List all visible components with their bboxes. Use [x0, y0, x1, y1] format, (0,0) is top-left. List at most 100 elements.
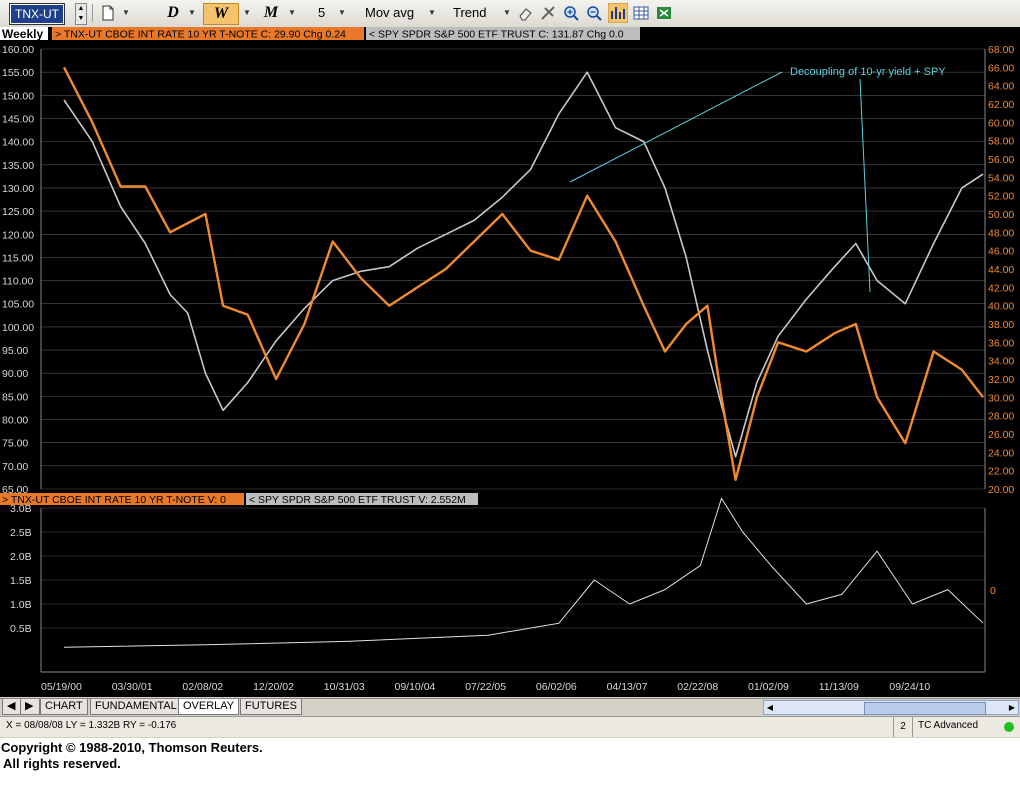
date-axis-tick: 04/13/07 — [607, 681, 648, 693]
status-bar: X = 08/08/08 LY = 1.332B RY = -0.176 2 T… — [0, 716, 1020, 737]
new-document-icon[interactable] — [100, 5, 116, 21]
right-axis-tick: 56.00 — [988, 154, 1014, 166]
left-axis-tick: 125.00 — [2, 206, 34, 218]
left-axis-tick: 115.00 — [2, 252, 33, 264]
scroll-right-icon[interactable]: ▶ — [1006, 701, 1018, 714]
left-axis-tick: 85.00 — [2, 391, 28, 403]
volume-legend-spy: < SPY SPDR S&P 500 ETF TRUST V: 2.552M — [249, 494, 466, 506]
date-axis-tick: 02/08/02 — [182, 681, 223, 693]
volume-axis-tick: 0.5B — [10, 623, 32, 635]
right-axis-tick: 62.00 — [988, 99, 1014, 111]
bar-chart-icon[interactable] — [608, 3, 628, 23]
ma-length-select[interactable]: 5 — [318, 3, 325, 23]
date-axis-tick: 07/22/05 — [465, 681, 506, 693]
eraser-icon[interactable] — [518, 5, 534, 21]
chevron-down-icon[interactable]: ▼ — [122, 3, 130, 23]
left-axis-tick: 155.00 — [2, 67, 34, 79]
volume-axis-tick: 1.0B — [10, 599, 32, 611]
ma-type-select[interactable]: Mov avg — [365, 3, 414, 23]
symbol-input[interactable]: TNX-UT — [9, 3, 65, 25]
right-axis-tick: 40.00 — [988, 301, 1014, 313]
right-axis-tick: 66.00 — [988, 62, 1014, 74]
tab-futures[interactable]: FUTURES — [240, 699, 302, 715]
tab-overlay[interactable]: OVERLAY — [178, 699, 240, 715]
scroll-right-icon[interactable]: ▶ — [20, 699, 40, 715]
copyright-notice: Copyright © 1988-2010, Thomson Reuters. … — [0, 738, 1020, 788]
spy-series-line — [63, 71, 984, 458]
left-axis-tick: 90.00 — [2, 368, 28, 380]
cursor-readout: X = 08/08/08 LY = 1.332B RY = -0.176 — [6, 720, 177, 731]
right-axis-tick: 64.00 — [988, 81, 1014, 93]
zoom-in-icon[interactable] — [563, 5, 579, 21]
chevron-down-icon[interactable]: ▼ — [338, 3, 346, 23]
left-axis-tick: 160.00 — [2, 44, 34, 56]
profile-name: TC Advanced — [918, 720, 979, 731]
tab-fundamental[interactable]: FUNDAMENTAL — [90, 699, 182, 715]
date-axis-tick: 11/13/09 — [819, 681, 859, 693]
scrollbar-thumb[interactable] — [864, 702, 986, 715]
left-axis-tick: 100.00 — [2, 322, 34, 334]
tab-chart[interactable]: CHART — [40, 699, 88, 715]
right-axis-tick: 28.00 — [988, 411, 1014, 423]
left-axis-tick: 95.00 — [2, 345, 28, 357]
symbol-spinner[interactable]: ▲ ▼ — [75, 3, 87, 25]
date-axis-tick: 09/10/04 — [395, 681, 436, 693]
left-axis-tick: 75.00 — [2, 438, 28, 450]
date-axis-tick: 06/02/06 — [536, 681, 577, 693]
copyright-line-1: Copyright © 1988-2010, Thomson Reuters. — [1, 740, 263, 755]
left-axis-tick: 105.00 — [2, 299, 34, 311]
scroll-left-icon[interactable]: ◀ — [2, 699, 22, 715]
scroll-left-icon[interactable]: ◀ — [764, 701, 776, 714]
chevron-down-icon[interactable]: ▼ — [503, 3, 511, 23]
period-weekly-button[interactable]: W — [203, 3, 239, 25]
toolbar-divider — [92, 4, 93, 22]
right-axis-tick: 50.00 — [988, 209, 1014, 221]
volume-axis-tick: 3.0B — [10, 503, 32, 515]
volume-series-line — [63, 497, 984, 648]
horizontal-scrollbar[interactable]: ◀ ▶ — [763, 700, 1019, 715]
left-axis-tick: 135.00 — [2, 160, 34, 172]
date-axis-tick: 12/20/02 — [253, 681, 294, 693]
chevron-down-icon[interactable]: ▼ — [188, 3, 196, 23]
trend-select[interactable]: Trend — [453, 3, 486, 23]
tnx-series-line — [62, 66, 985, 481]
left-axis-tick: 140.00 — [2, 137, 34, 149]
chevron-down-icon[interactable]: ▼ — [288, 3, 296, 23]
period-monthly-button[interactable]: M — [258, 3, 284, 23]
date-axis-tick: 10/31/03 — [324, 681, 365, 693]
price-chart[interactable]: Weekly > TNX-UT CBOE INT RATE 10 YR T-NOT… — [0, 27, 1020, 697]
right-axis-tick: 52.00 — [988, 191, 1014, 203]
left-axis-tick: 145.00 — [2, 113, 34, 125]
left-axis-tick: 120.00 — [2, 229, 34, 241]
left-axis-tick: 80.00 — [2, 415, 28, 427]
chevron-down-icon[interactable]: ▼ — [428, 3, 436, 23]
period-daily-button[interactable]: D — [160, 3, 186, 23]
right-axis-tick: 24.00 — [988, 447, 1014, 459]
annotation-arrow-1 — [569, 71, 783, 183]
volume-zero-label: 0 — [990, 585, 996, 597]
right-axis-tick: 44.00 — [988, 264, 1014, 276]
date-axis-tick: 03/30/01 — [112, 681, 153, 693]
date-axis-tick: 09/24/10 — [889, 681, 930, 693]
volume-axis-tick: 1.5B — [10, 575, 32, 587]
table-icon[interactable] — [633, 5, 649, 21]
right-axis-tick: 36.00 — [988, 337, 1014, 349]
right-axis-tick: 42.00 — [988, 282, 1014, 294]
right-axis-tick: 60.00 — [988, 117, 1014, 129]
right-axis-tick: 30.00 — [988, 392, 1014, 404]
zoom-out-icon[interactable] — [586, 5, 602, 21]
crosshair-tool-icon[interactable] — [540, 5, 556, 21]
copyright-line-2: All rights reserved. — [3, 756, 121, 771]
date-axis-tick: 01/02/09 — [748, 681, 789, 693]
excel-icon[interactable] — [656, 5, 672, 21]
left-axis-tick: 110.00 — [2, 276, 33, 288]
connection-status-icon — [1004, 722, 1014, 732]
chart-area[interactable]: Weekly > TNX-UT CBOE INT RATE 10 YR T-NOT… — [0, 27, 1020, 697]
bottom-tab-bar: ◀ ▶ CHART FUNDAMENTAL OVERLAY FUTURES ◀ … — [0, 698, 1020, 715]
right-axis-tick: 46.00 — [988, 246, 1014, 258]
page-number: 2 — [893, 717, 913, 737]
annotation-text: Decoupling of 10-yr yield + SPY — [790, 66, 946, 78]
right-axis-tick: 22.00 — [988, 466, 1014, 478]
legend-tnx: > TNX-UT CBOE INT RATE 10 YR T-NOTE C: 2… — [55, 29, 346, 41]
chevron-down-icon[interactable]: ▼ — [243, 3, 251, 23]
